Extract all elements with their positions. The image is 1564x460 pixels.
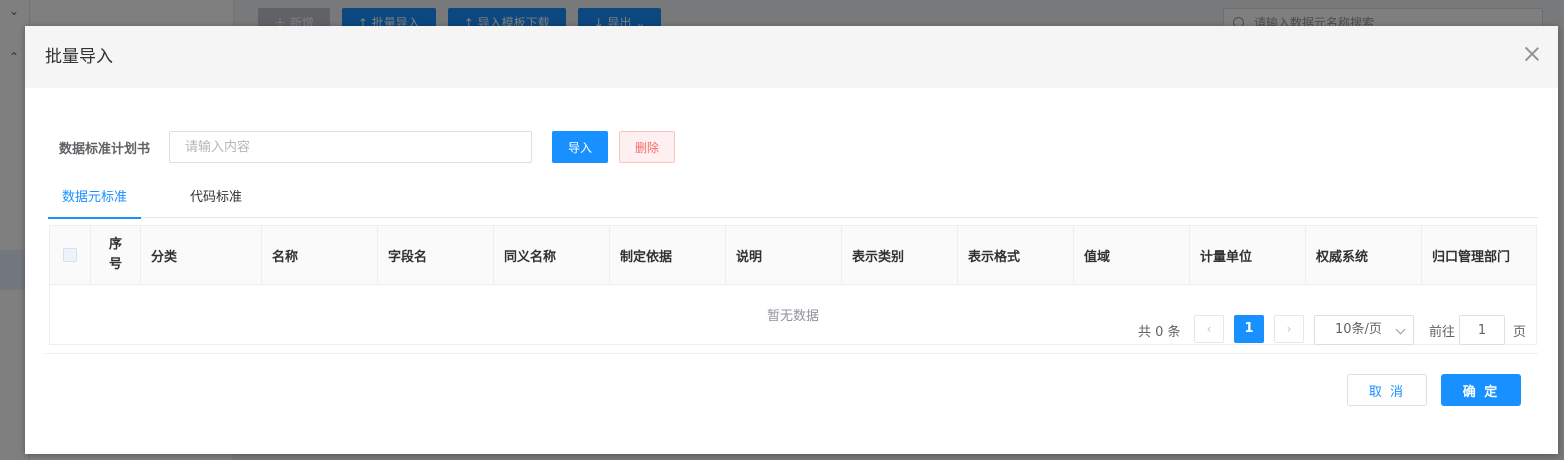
column-header: 表示类别 (842, 226, 958, 284)
column-header-seq: 序 号 (91, 226, 141, 284)
batch-import-dialog: 批量导入 数据标准计划书 导入 删除 数据元标准 代码标准 序 号 分类 名称 … (25, 26, 1558, 454)
pagination-prev-button[interactable]: ‹ (1194, 315, 1224, 343)
column-header: 制定依据 (610, 226, 726, 284)
column-header: 值域 (1074, 226, 1190, 284)
close-icon[interactable] (1524, 46, 1540, 62)
tab-code-standard[interactable]: 代码标准 (176, 178, 256, 218)
column-header: 同义名称 (494, 226, 610, 284)
confirm-button[interactable]: 确 定 (1441, 374, 1521, 406)
column-header: 归口管理部门 (1432, 249, 1511, 265)
goto-label: 前往 (1429, 325, 1456, 340)
plan-input[interactable] (169, 131, 532, 163)
column-header: 字段名 (378, 226, 494, 284)
column-header: 名称 (262, 226, 378, 284)
plan-form-row: 数据标准计划书 导入 删除 (25, 131, 1558, 163)
chevron-right-icon: › (1286, 322, 1292, 336)
column-header: 计量单位 (1190, 226, 1306, 284)
dialog-title: 批量导入 (45, 47, 113, 67)
chevron-left-icon: ‹ (1206, 322, 1212, 336)
plan-label: 数据标准计划书 (59, 142, 151, 157)
pagination-page-1[interactable]: 1 (1234, 315, 1264, 343)
table-header: 序 号 分类 名称 字段名 同义名称 制定依据 说明 表示类别 表示格式 值域 … (50, 226, 1536, 285)
select-all-checkbox-cell (50, 226, 91, 284)
pagination-total: 共 0 条 (1138, 325, 1181, 340)
cancel-button[interactable]: 取 消 (1347, 374, 1427, 406)
goto-page-input[interactable] (1459, 315, 1505, 345)
footer-divider (45, 353, 1538, 354)
tab-data-element-standard[interactable]: 数据元标准 (48, 178, 142, 219)
column-header: 表示格式 (958, 226, 1074, 284)
pagination-next-button[interactable]: › (1274, 315, 1304, 343)
select-all-checkbox[interactable] (63, 248, 77, 262)
delete-button[interactable]: 删除 (619, 131, 675, 163)
column-header: 说明 (726, 226, 842, 284)
pagination: 共 0 条 ‹ 1 › 10条/页 前往 页 (25, 315, 1558, 345)
dialog-header: 批量导入 (25, 26, 1558, 88)
chevron-down-icon (1395, 324, 1406, 335)
page-size-select[interactable]: 10条/页 (1314, 315, 1414, 345)
column-header: 分类 (141, 226, 262, 284)
column-header: 权威系统 (1306, 226, 1422, 284)
standard-tabs: 数据元标准 代码标准 (48, 178, 1538, 219)
import-button[interactable]: 导入 (552, 131, 608, 163)
goto-suffix: 页 (1513, 325, 1527, 340)
